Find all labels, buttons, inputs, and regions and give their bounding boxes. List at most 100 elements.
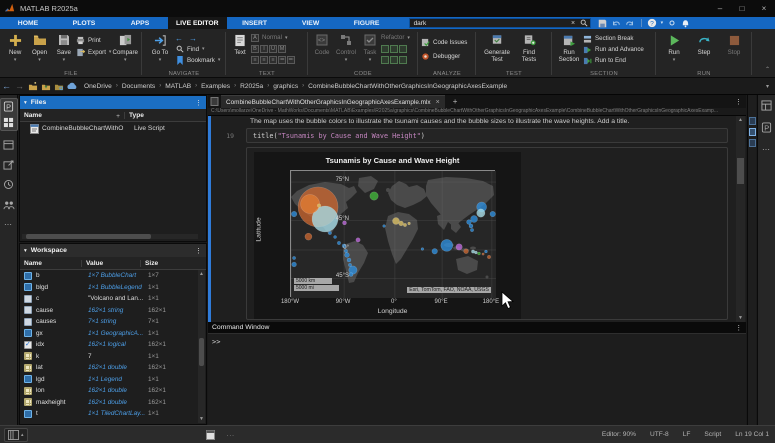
- files-col-name[interactable]: Name+: [20, 112, 124, 119]
- align-right-icon[interactable]: ≡: [269, 56, 277, 64]
- collapse-chevron-icon[interactable]: ▾: [24, 248, 27, 254]
- run-to-end-button[interactable]: Run to End: [583, 56, 644, 65]
- run-and-advance-button[interactable]: Run and Advance: [583, 45, 644, 54]
- u-format-icon[interactable]: U: [269, 45, 277, 53]
- panel-box-icon[interactable]: [2, 138, 16, 151]
- code-button[interactable]: <> Code: [311, 31, 333, 56]
- uncomment-icon[interactable]: [399, 45, 407, 53]
- files-horizontal-scrollbar[interactable]: [22, 234, 198, 239]
- workspace-row[interactable]: lat162×1 double162×1: [20, 362, 198, 374]
- breadcrumb-segment[interactable]: OneDrive: [84, 83, 112, 90]
- workspace-panel-header[interactable]: ▾ Workspace ⋮: [20, 244, 206, 257]
- history-clock-icon[interactable]: [2, 178, 16, 191]
- workspace-row[interactable]: b1×7 BubbleChart1×7: [20, 270, 198, 282]
- forward-arrow-icon[interactable]: →: [13, 80, 26, 92]
- run-section-button[interactable]: Run Section: [555, 31, 583, 63]
- search-icon[interactable]: [579, 18, 590, 28]
- workspace-row[interactable]: idx162×1 logical162×1: [20, 339, 198, 351]
- new-button[interactable]: New▾: [3, 31, 27, 63]
- figure-thumbnail-icon-selected[interactable]: [749, 128, 756, 136]
- command-window-header[interactable]: Command Window ⋮: [208, 322, 746, 334]
- save-button[interactable]: Save▾: [52, 31, 76, 63]
- workspace-row[interactable]: gx1×1 GeographicA...1×1: [20, 328, 198, 340]
- editor-tab[interactable]: CombineBubbleChartWithOtherGraphicsInGeo…: [221, 95, 445, 108]
- style-select[interactable]: A Normal▾: [251, 33, 295, 42]
- save-icon[interactable]: [597, 18, 608, 28]
- figure-thumbnail-icon[interactable]: [749, 139, 756, 147]
- b-format-icon[interactable]: B: [251, 45, 259, 53]
- collapse-ribbon-icon[interactable]: ⌃: [765, 66, 770, 73]
- workspace-row[interactable]: lgd1×1 Legend1×1: [20, 374, 198, 386]
- more-ellipsis-icon[interactable]: ⋯: [760, 143, 774, 156]
- figure-thumbnail-icon[interactable]: [749, 117, 756, 125]
- figure-canvas[interactable]: Tsunamis by Cause and Wave Height: [254, 152, 521, 319]
- breadcrumb-dropdown-icon[interactable]: ▾: [766, 83, 769, 90]
- generate-test-button[interactable]: Generate Test: [479, 31, 515, 63]
- find-button[interactable]: Find▾: [175, 44, 220, 54]
- task-button[interactable]: Task▾: [359, 31, 381, 63]
- search-box[interactable]: dark ×: [409, 18, 591, 28]
- close-tab-icon[interactable]: ×: [436, 99, 440, 106]
- layout-grid-icon[interactable]: [2, 116, 16, 129]
- folder-up-icon[interactable]: [39, 80, 52, 92]
- ribbon-tab-view[interactable]: VIEW: [283, 17, 339, 29]
- breadcrumb-segment[interactable]: CombineBubbleChartWithOtherGraphicsInGeo…: [308, 83, 507, 90]
- workspace-row[interactable]: lon162×1 double162×1: [20, 385, 198, 397]
- i-format-icon[interactable]: I: [260, 45, 268, 53]
- command-window-menu-icon[interactable]: ⋮: [735, 324, 742, 332]
- workspace-row[interactable]: cause162×1 string162×1: [20, 305, 198, 317]
- run-button[interactable]: Run▾: [659, 31, 689, 63]
- breadcrumb-segment[interactable]: Examples: [201, 83, 230, 90]
- editor-scrollbar[interactable]: ▲▼: [736, 116, 745, 322]
- clear-search-icon[interactable]: ×: [568, 18, 579, 28]
- ribbon-tab-plots[interactable]: PLOTS: [56, 17, 112, 29]
- files-panel-icon[interactable]: P: [2, 100, 16, 113]
- sort-add-icon[interactable]: +: [116, 113, 120, 120]
- step-button[interactable]: Step: [689, 31, 719, 56]
- workspace-row[interactable]: blgd1×1 BubbleLegend1×1: [20, 282, 198, 294]
- bookmark-button[interactable]: Bookmark▾: [175, 55, 220, 65]
- stop-button[interactable]: Stop: [719, 31, 749, 56]
- ws-col-size[interactable]: Size: [140, 260, 206, 267]
- breadcrumb-segment[interactable]: Documents: [122, 83, 155, 90]
- dot-icon[interactable]: [666, 18, 677, 28]
- new-folder-icon[interactable]: [26, 80, 39, 92]
- code-issues-button[interactable]: Code Issues: [421, 37, 467, 47]
- status-doc-icon[interactable]: [206, 430, 215, 440]
- smart-indent-icon[interactable]: [381, 56, 389, 64]
- share-panel-icon[interactable]: [2, 158, 16, 171]
- editor-menu-icon[interactable]: ⋮: [735, 98, 742, 106]
- close-button[interactable]: ×: [753, 0, 775, 17]
- bullet-list-icon[interactable]: ≔: [278, 56, 286, 64]
- workspace-row[interactable]: k71×1: [20, 351, 198, 363]
- search-input[interactable]: dark: [414, 20, 568, 27]
- indent-left-icon[interactable]: [390, 56, 398, 64]
- back-arrow-icon[interactable]: ←: [0, 80, 13, 92]
- debugger-button[interactable]: Debugger: [421, 51, 467, 61]
- community-icon[interactable]: [2, 198, 16, 211]
- files-panel-header[interactable]: ▾ Files ⋮: [20, 96, 206, 109]
- profiler-icon[interactable]: P: [760, 121, 774, 134]
- maximize-button[interactable]: □: [731, 0, 753, 17]
- redo-icon[interactable]: [625, 18, 636, 28]
- panel-layout-toggle[interactable]: ▴: [4, 428, 28, 442]
- dropdown-caret[interactable]: ▾: [661, 20, 664, 26]
- wrap-comments-icon[interactable]: [381, 45, 389, 53]
- ribbon-tab-insert[interactable]: INSERT: [227, 17, 283, 29]
- help-icon[interactable]: ?: [647, 18, 658, 28]
- breadcrumb-segment[interactable]: graphics: [273, 83, 298, 90]
- ws-col-value[interactable]: Value: [81, 260, 140, 267]
- live-editor-content[interactable]: The map uses the bubble colors to illust…: [208, 116, 746, 322]
- ribbon-tab-home[interactable]: HOME: [0, 17, 56, 29]
- comment-icon[interactable]: [390, 45, 398, 53]
- compare-button[interactable]: Compare▾: [111, 31, 139, 63]
- control-button[interactable]: Control▾: [333, 31, 359, 63]
- code-line[interactable]: title("Tsunamis by Cause and Wave Height…: [246, 128, 728, 143]
- browse-folder-icon[interactable]: [52, 80, 65, 92]
- workspace-row[interactable]: maxheight162×1 double162×1: [20, 397, 198, 409]
- refactor-button[interactable]: Refactor▾: [381, 33, 410, 42]
- goto-button[interactable]: Go To▾: [145, 31, 175, 63]
- new-tab-icon[interactable]: +: [453, 97, 458, 106]
- m-format-icon[interactable]: M: [278, 45, 286, 53]
- workspace-row[interactable]: c"Volcano and Lan...1×1: [20, 293, 198, 305]
